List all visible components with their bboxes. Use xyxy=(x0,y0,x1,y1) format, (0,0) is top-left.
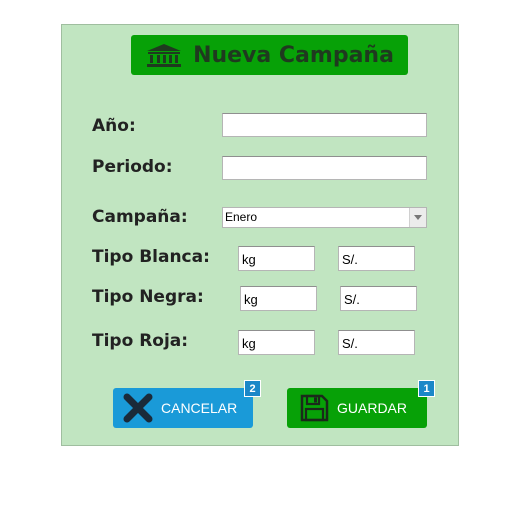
save-button[interactable]: GUARDAR 1 xyxy=(287,380,435,428)
campana-select[interactable]: Enero xyxy=(222,207,427,228)
page-title: Nueva Campaña xyxy=(193,42,394,68)
tipo-roja-label: Tipo Roja: xyxy=(92,331,189,351)
cancel-button[interactable]: CANCELAR 2 xyxy=(113,380,261,428)
close-icon xyxy=(123,393,153,423)
floppy-disk-icon xyxy=(300,394,329,422)
periodo-label: Periodo: xyxy=(92,157,173,177)
tipo-blanca-soles-input[interactable]: S/. xyxy=(338,246,415,271)
periodo-input[interactable] xyxy=(222,156,427,180)
tipo-roja-kg-input[interactable]: kg xyxy=(238,330,315,355)
tipo-roja-soles-input[interactable]: S/. xyxy=(338,330,415,355)
cancel-button-label: CANCELAR xyxy=(161,400,238,416)
tipo-negra-kg-input[interactable]: kg xyxy=(240,286,317,311)
anio-input[interactable] xyxy=(222,113,427,137)
bank-icon xyxy=(145,43,183,67)
cancel-shortcut-badge: 2 xyxy=(244,380,261,397)
tipo-negra-soles-input[interactable]: S/. xyxy=(340,286,417,311)
tipo-blanca-label: Tipo Blanca: xyxy=(92,247,210,267)
save-shortcut-badge: 1 xyxy=(418,380,435,397)
save-button-label: GUARDAR xyxy=(337,400,408,416)
campana-label: Campaña: xyxy=(92,207,188,227)
tipo-blanca-kg-input[interactable]: kg xyxy=(238,246,315,271)
anio-label: Año: xyxy=(92,116,136,136)
tipo-negra-label: Tipo Negra: xyxy=(92,287,204,307)
campana-selected-value: Enero xyxy=(225,210,258,224)
chevron-down-icon[interactable] xyxy=(409,208,426,227)
title-banner: Nueva Campaña xyxy=(131,35,408,75)
